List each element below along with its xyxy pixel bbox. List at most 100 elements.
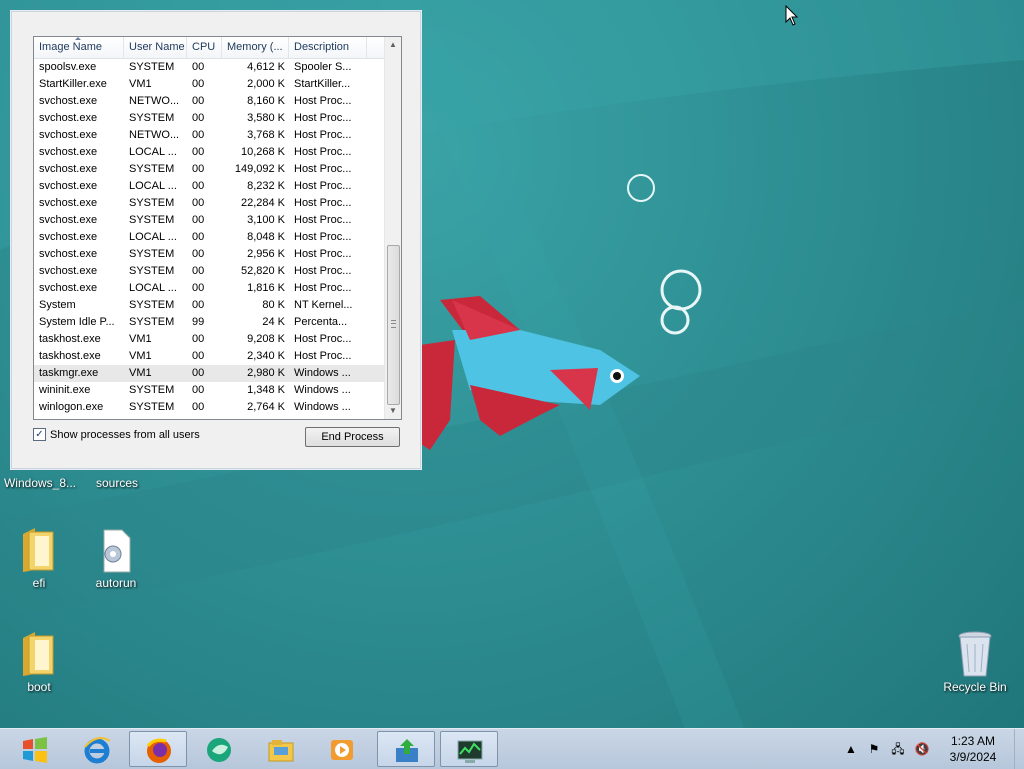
table-row[interactable]: svchost.exe LOCAL ... 00 10,268 K Host Proc.…: [34, 144, 386, 161]
vertical-scrollbar[interactable]: ▲ ▼: [384, 37, 401, 419]
network-icon[interactable]: 🖧: [890, 741, 906, 757]
settings-file-icon: [96, 526, 136, 574]
show-all-processes-checkbox[interactable]: ✓ Show processes from all users: [33, 428, 200, 441]
desktop-icon-efi[interactable]: efi: [0, 526, 79, 590]
process-name-cell: svchost.exe: [39, 214, 98, 226]
table-row[interactable]: System SYSTEM 00 80 K NT Kernel...: [34, 297, 386, 314]
grip-icon: [391, 320, 396, 328]
desktop-icon-windows8[interactable]: Windows_8...: [0, 452, 80, 490]
cpu-cell: 00: [192, 231, 205, 243]
memory-cell: 10,268 K: [240, 146, 285, 158]
task-manager-window: Image Name User Name CPU Memory (... Des…: [11, 11, 421, 469]
description-cell: Host Proc...: [294, 282, 352, 294]
table-row[interactable]: svchost.exe NETWO... 00 3,768 K Host Proc...: [34, 127, 386, 144]
user-name-cell: SYSTEM: [129, 197, 175, 209]
column-user-name[interactable]: User Name: [124, 37, 187, 58]
install-icon: [396, 739, 418, 762]
column-memory[interactable]: Memory (...: [222, 37, 289, 58]
cpu-cell: 00: [192, 180, 205, 192]
cpu-cell: 00: [192, 265, 205, 277]
column-description[interactable]: Description: [289, 37, 367, 58]
table-row[interactable]: taskmgr.exe VM1 00 2,980 K Windows ...: [34, 365, 386, 382]
process-name-cell: System Idle P...: [39, 316, 115, 328]
process-name-cell: svchost.exe: [39, 282, 98, 294]
end-process-button[interactable]: End Process: [305, 427, 400, 447]
column-cpu[interactable]: CPU: [187, 37, 222, 58]
process-rows: spoolsv.exe SYSTEM 00 4,612 K Spooler S... St…: [34, 59, 386, 416]
process-name-cell: taskhost.exe: [39, 333, 101, 345]
table-row[interactable]: svchost.exe LOCAL ... 00 8,232 K Host Proc..…: [34, 178, 386, 195]
action-center-flag-icon[interactable]: ⚑: [866, 741, 882, 757]
ie-icon: [84, 737, 111, 764]
taskbar-internet-explorer[interactable]: [68, 731, 126, 767]
taskbar-firefox[interactable]: [129, 731, 187, 767]
scroll-thumb[interactable]: [387, 245, 400, 405]
column-image-name[interactable]: Image Name: [34, 37, 124, 58]
scroll-down-arrow-icon[interactable]: ▼: [385, 403, 401, 419]
taskbar-task-manager[interactable]: [440, 731, 498, 767]
clock[interactable]: 1:23 AM 3/9/2024: [936, 733, 1010, 765]
user-name-cell: LOCAL ...: [129, 231, 177, 243]
taskbar-green-app[interactable]: [190, 731, 248, 767]
process-list[interactable]: Image Name User Name CPU Memory (... Des…: [33, 36, 402, 420]
process-name-cell: svchost.exe: [39, 248, 98, 260]
table-row[interactable]: System Idle P... SYSTEM 99 24 K Percenta...: [34, 314, 386, 331]
mouse-cursor-icon: [785, 5, 799, 26]
memory-cell: 24 K: [262, 316, 285, 328]
taskbar-install-app[interactable]: [377, 731, 435, 767]
description-cell: Host Proc...: [294, 265, 352, 277]
cpu-cell: 00: [192, 197, 205, 209]
memory-cell: 2,764 K: [247, 401, 285, 413]
table-row[interactable]: svchost.exe SYSTEM 00 3,100 K Host Proc...: [34, 212, 386, 229]
start-button[interactable]: [6, 731, 64, 767]
table-row[interactable]: svchost.exe SYSTEM 00 3,580 K Host Proc...: [34, 110, 386, 127]
table-row[interactable]: wininit.exe SYSTEM 00 1,348 K Windows ...: [34, 382, 386, 399]
cpu-cell: 00: [192, 299, 205, 311]
table-row[interactable]: svchost.exe SYSTEM 00 149,092 K Host Proc...: [34, 161, 386, 178]
table-row[interactable]: spoolsv.exe SYSTEM 00 4,612 K Spooler S...: [34, 59, 386, 76]
description-cell: Host Proc...: [294, 350, 352, 362]
taskbar-file-explorer[interactable]: [252, 731, 310, 767]
memory-cell: 3,768 K: [247, 129, 285, 141]
description-cell: Host Proc...: [294, 112, 352, 124]
description-cell: Windows ...: [294, 367, 351, 379]
description-cell: Host Proc...: [294, 163, 352, 175]
memory-cell: 2,000 K: [247, 78, 285, 90]
table-row[interactable]: svchost.exe LOCAL ... 00 8,048 K Host Proc..…: [34, 229, 386, 246]
description-cell: Host Proc...: [294, 129, 352, 141]
table-row[interactable]: svchost.exe SYSTEM 00 2,956 K Host Proc...: [34, 246, 386, 263]
checkbox-checked-icon[interactable]: ✓: [33, 428, 46, 441]
user-name-cell: LOCAL ...: [129, 146, 177, 158]
table-row[interactable]: svchost.exe LOCAL ... 00 1,816 K Host Proc..…: [34, 280, 386, 297]
table-row[interactable]: svchost.exe NETWO... 00 8,160 K Host Proc...: [34, 93, 386, 110]
desktop-icon-boot[interactable]: boot: [0, 630, 79, 694]
process-name-cell: StartKiller.exe: [39, 78, 107, 90]
description-cell: Host Proc...: [294, 214, 352, 226]
show-desktop-button[interactable]: [1014, 729, 1024, 769]
desktop-icon-autorun[interactable]: autorun: [76, 526, 156, 590]
table-row[interactable]: StartKiller.exe VM1 00 2,000 K StartKiller..…: [34, 76, 386, 93]
table-row[interactable]: svchost.exe SYSTEM 00 52,820 K Host Proc...: [34, 263, 386, 280]
memory-cell: 2,980 K: [247, 367, 285, 379]
volume-muted-icon[interactable]: 🔇: [914, 741, 930, 757]
cpu-cell: 00: [192, 282, 205, 294]
desktop-icon-sources[interactable]: sources: [77, 452, 157, 490]
description-cell: Windows ...: [294, 384, 351, 396]
user-name-cell: VM1: [129, 367, 152, 379]
scroll-up-arrow-icon[interactable]: ▲: [385, 37, 401, 53]
user-name-cell: SYSTEM: [129, 163, 175, 175]
table-row[interactable]: svchost.exe SYSTEM 00 22,284 K Host Proc...: [34, 195, 386, 212]
user-name-cell: VM1: [129, 78, 152, 90]
user-name-cell: SYSTEM: [129, 214, 175, 226]
desktop-icon-recycle-bin[interactable]: Recycle Bin: [935, 630, 1015, 694]
table-row[interactable]: winlogon.exe SYSTEM 00 2,764 K Windows ...: [34, 399, 386, 416]
green-app-icon: [207, 738, 231, 762]
user-name-cell: SYSTEM: [129, 248, 175, 260]
user-name-cell: SYSTEM: [129, 316, 175, 328]
folder-icon: [268, 740, 294, 762]
taskbar-media-player[interactable]: [313, 731, 371, 767]
description-cell: Host Proc...: [294, 197, 352, 209]
table-row[interactable]: taskhost.exe VM1 00 2,340 K Host Proc...: [34, 348, 386, 365]
show-hidden-icons-icon[interactable]: ▲: [843, 741, 859, 757]
table-row[interactable]: taskhost.exe VM1 00 9,208 K Host Proc...: [34, 331, 386, 348]
